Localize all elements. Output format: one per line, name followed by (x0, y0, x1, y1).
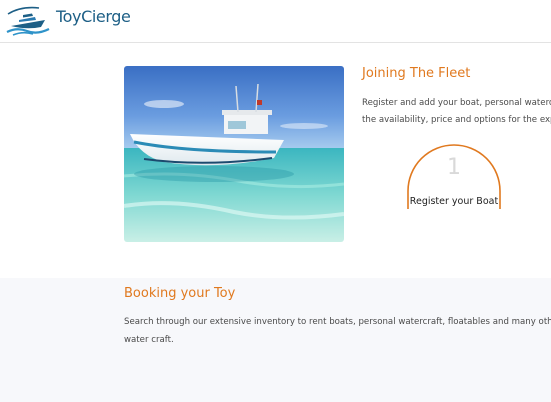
booking-description: Search through our extensive inventory t… (124, 313, 551, 349)
booking-text-line: Search through our extensive inventory t… (124, 317, 551, 327)
booking-title: Booking your Toy (124, 286, 236, 301)
joining-text-line: Register and add your boat, personal wat… (362, 98, 551, 108)
boat-photo (124, 66, 344, 242)
step-register-boat[interactable]: 1 Register your Boat (406, 143, 502, 213)
joining-description: Register and add your boat, personal wat… (362, 95, 551, 129)
step-label: Register your Boat (409, 196, 499, 207)
step-number: 1 (447, 155, 461, 180)
boat-logo-icon (6, 6, 50, 36)
joining-text-line: the availability, price and options for … (362, 115, 551, 125)
page: ToyCierge Joining The Fleet Register and… (0, 0, 551, 402)
site-header: ToyCierge (0, 0, 551, 43)
joining-title: Joining The Fleet (362, 66, 471, 81)
brand-name: ToyCierge (56, 7, 131, 26)
booking-text-line: water craft. (124, 335, 174, 345)
